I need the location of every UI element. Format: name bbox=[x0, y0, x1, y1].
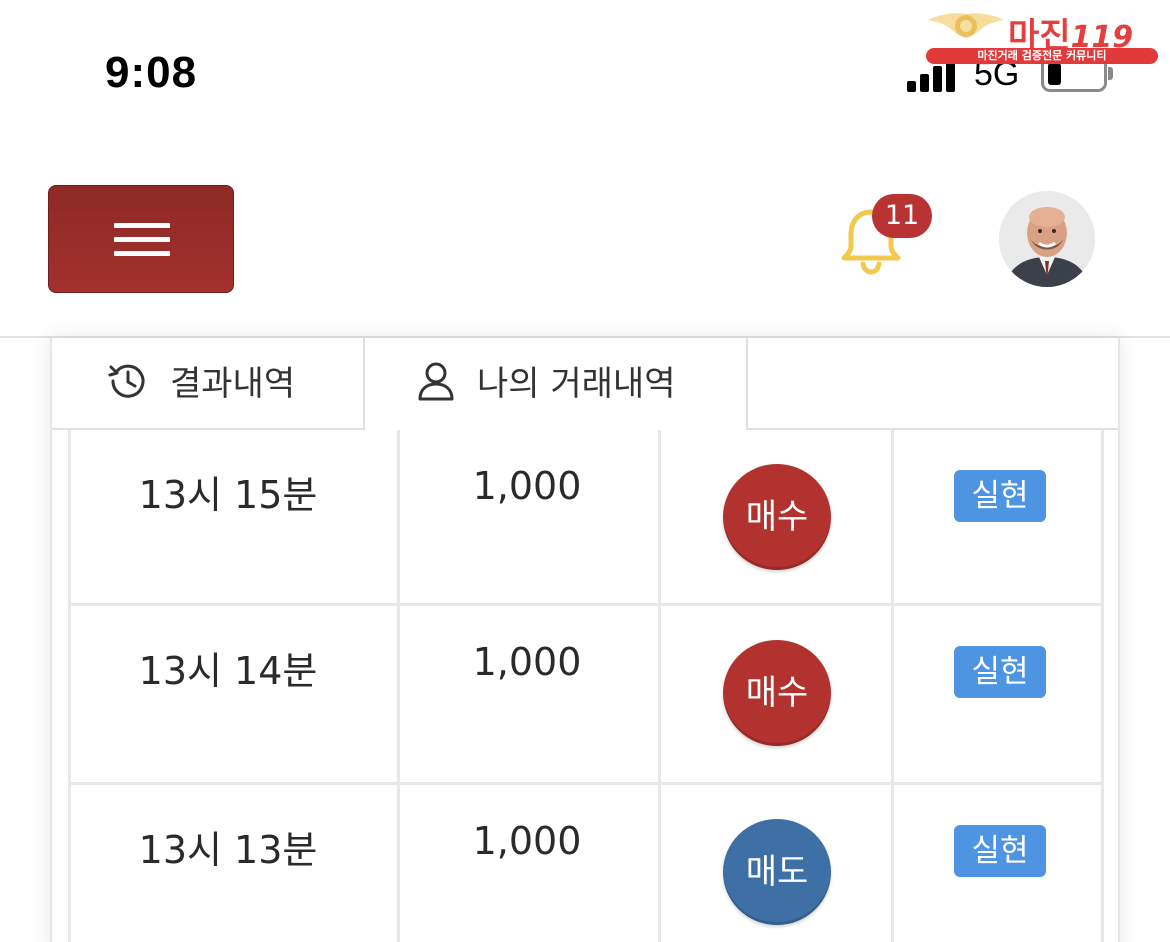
avatar-photo-icon bbox=[999, 191, 1095, 287]
status-badge: 실현 bbox=[954, 470, 1046, 522]
trade-amount-cell: 1,000 bbox=[397, 785, 658, 942]
trade-side-cell: 매수 bbox=[658, 430, 891, 603]
tab-results-label: 결과내역 bbox=[170, 364, 296, 404]
table-row[interactable]: 13시 14분 1,000 매수 실현 bbox=[68, 606, 1104, 785]
watermark-subtitle: 마진거래 검증전문 커뮤니티 bbox=[926, 48, 1158, 64]
trade-time: 13시 13분 bbox=[138, 828, 318, 872]
trade-time: 13시 14분 bbox=[138, 649, 318, 693]
hamburger-menu-icon bbox=[114, 223, 170, 256]
trade-status-cell: 실현 bbox=[891, 785, 1104, 942]
status-badge: 실현 bbox=[954, 825, 1046, 877]
trade-amount-cell: 1,000 bbox=[397, 606, 658, 782]
app-header: 11 bbox=[0, 140, 1170, 338]
trade-side-cell: 매수 bbox=[658, 606, 891, 782]
trade-time-cell: 13시 13분 bbox=[68, 785, 397, 942]
trade-side-cell: 매도 bbox=[658, 785, 891, 942]
notification-badge[interactable]: 11 bbox=[872, 194, 932, 238]
trade-status-cell: 실현 bbox=[891, 430, 1104, 603]
status-badge: 실현 bbox=[954, 646, 1046, 698]
app-screen: 9:08 5G 마진119 마진거래 검증전문 커뮤니티 11 결과내역 나의 … bbox=[0, 0, 1170, 942]
trade-status-cell: 실현 bbox=[891, 606, 1104, 782]
trade-history-panel: 결과내역 나의 거래내역 13시 15분 1,000 매수 실현 13시 14분 bbox=[50, 338, 1120, 942]
history-clock-icon bbox=[108, 364, 145, 398]
trade-table: 13시 15분 1,000 매수 실현 13시 14분 1,000 매수 실현 … bbox=[68, 430, 1104, 942]
trade-time-cell: 13시 14분 bbox=[68, 606, 397, 782]
trade-side-badge: 매수 bbox=[723, 640, 831, 746]
trade-side-badge: 매수 bbox=[723, 464, 831, 570]
tab-my-trades-label: 나의 거래내역 bbox=[477, 364, 676, 404]
battery-tip bbox=[1108, 67, 1113, 80]
tab-bar-filler bbox=[748, 338, 1118, 430]
tab-my-trades[interactable]: 나의 거래내역 bbox=[365, 338, 748, 430]
status-time: 9:08 bbox=[105, 48, 198, 97]
menu-button[interactable] bbox=[48, 185, 234, 293]
user-avatar[interactable] bbox=[999, 191, 1095, 287]
trade-time: 13시 15분 bbox=[138, 473, 318, 517]
user-outline-icon bbox=[418, 362, 454, 400]
trade-amount-cell: 1,000 bbox=[397, 430, 658, 603]
wings-emblem-icon bbox=[928, 13, 1004, 38]
trade-time-cell: 13시 15분 bbox=[68, 430, 397, 603]
table-row[interactable]: 13시 13분 1,000 매도 실현 bbox=[68, 785, 1104, 942]
trade-side-badge: 매도 bbox=[723, 819, 831, 925]
trade-amount: 1,000 bbox=[472, 464, 582, 508]
tab-results[interactable]: 결과내역 bbox=[52, 338, 365, 430]
trade-amount: 1,000 bbox=[472, 640, 582, 684]
table-row[interactable]: 13시 15분 1,000 매수 실현 bbox=[68, 430, 1104, 606]
watermark-logo: 마진119 마진거래 검증전문 커뮤니티 bbox=[926, 6, 1160, 64]
trade-amount: 1,000 bbox=[472, 819, 582, 863]
